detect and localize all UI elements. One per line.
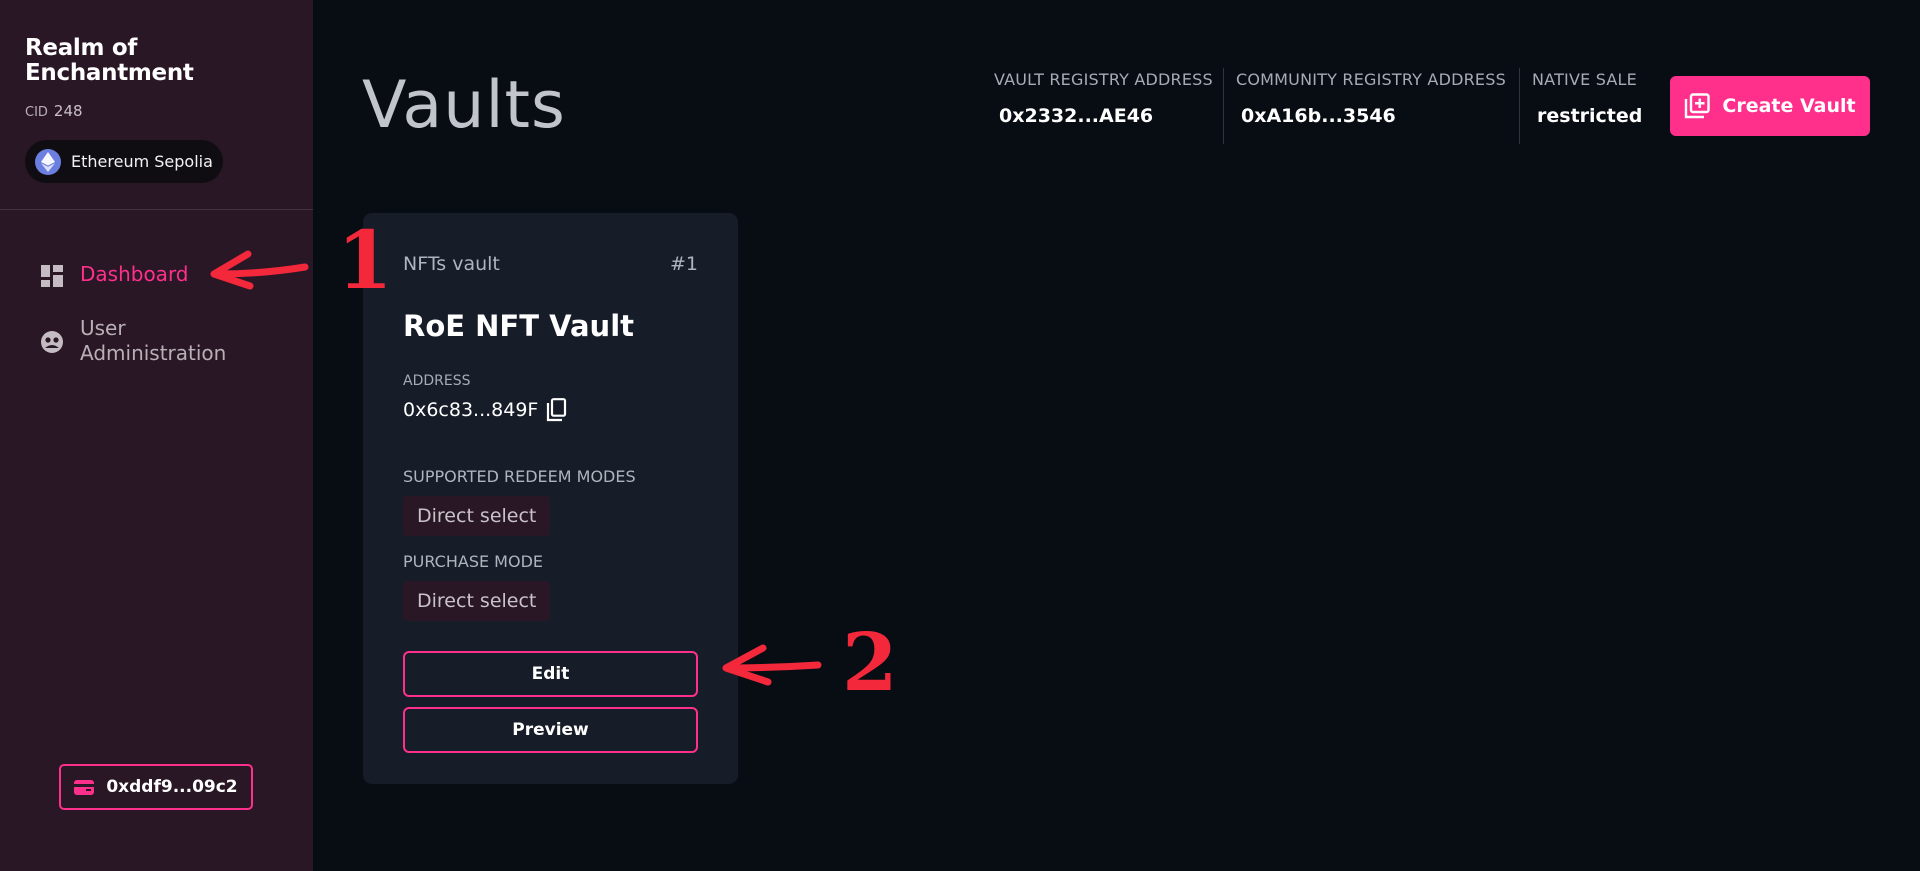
wallet-icon xyxy=(74,778,95,796)
vault-address: 0x6c83...849F xyxy=(403,398,568,422)
sidebar-item-label: User Administration xyxy=(80,316,227,365)
cid-label: CID xyxy=(25,105,48,120)
copy-icon[interactable] xyxy=(546,398,568,422)
add-library-icon xyxy=(1684,93,1711,119)
native-sale-label: NATIVE SALE xyxy=(1532,70,1637,89)
community-registry-info: COMMUNITY REGISTRY ADDRESS 0xA16b...3546 xyxy=(1236,70,1518,144)
vault-name: RoE NFT Vault xyxy=(403,309,634,343)
cid-value: 248 xyxy=(53,102,83,120)
vault-address-value: 0x6c83...849F xyxy=(403,399,539,421)
community-registry-address[interactable]: 0xA16b...3546 xyxy=(1236,105,1518,127)
purchase-mode-chip: Direct select xyxy=(403,581,551,621)
network-name: Ethereum Sepolia xyxy=(71,152,213,171)
sidebar: Realm of Enchantment CID 248 Ethereum Sep… xyxy=(0,0,313,871)
brand-name: Realm of Enchantment xyxy=(25,35,194,86)
vault-registry-address[interactable]: 0x2332...AE46 xyxy=(994,105,1222,127)
dashboard-icon xyxy=(38,262,66,290)
sidebar-divider xyxy=(0,209,313,210)
vault-index: #1 xyxy=(669,253,698,275)
create-vault-button[interactable]: Create Vault xyxy=(1670,76,1870,136)
vault-registry-label: VAULT REGISTRY ADDRESS xyxy=(994,70,1213,89)
vault-type: NFTs vault xyxy=(403,253,500,275)
wallet-address-button[interactable]: 0xddf9...09c2 xyxy=(59,764,253,810)
users-icon xyxy=(38,328,66,356)
sidebar-item-label: Dashboard xyxy=(80,262,189,286)
annotation-arrow-2 xyxy=(722,644,822,686)
purchase-mode-label: PURCHASE MODE xyxy=(403,552,544,571)
ethereum-icon xyxy=(35,148,61,175)
vault-registry-info: VAULT REGISTRY ADDRESS 0x2332...AE46 xyxy=(994,70,1222,144)
header-divider xyxy=(1519,68,1520,144)
redeem-modes-label: SUPPORTED REDEEM MODES xyxy=(403,467,636,486)
sidebar-item-dashboard[interactable]: Dashboard xyxy=(38,262,189,290)
edit-button[interactable]: Edit xyxy=(403,651,698,697)
native-sale-info: NATIVE SALE restricted xyxy=(1532,70,1652,144)
annotation-marker-1: 1 xyxy=(337,213,393,307)
preview-button[interactable]: Preview xyxy=(403,707,698,753)
native-sale-value: restricted xyxy=(1537,105,1643,127)
vault-address-label: ADDRESS xyxy=(403,373,471,389)
page-title: Vaults xyxy=(362,68,566,143)
annotation-marker-2: 2 xyxy=(842,615,898,709)
redeem-mode-chip: Direct select xyxy=(403,496,551,536)
sidebar-item-user-administration[interactable]: User Administration xyxy=(38,316,250,366)
header-divider xyxy=(1223,68,1224,144)
vault-card: NFTs vault #1 RoE NFT Vault ADDRESS 0x6c… xyxy=(363,213,738,784)
create-vault-label: Create Vault xyxy=(1722,95,1856,117)
community-id: CID 248 xyxy=(25,102,83,120)
wallet-address: 0xddf9...09c2 xyxy=(106,777,238,797)
network-selector[interactable]: Ethereum Sepolia xyxy=(25,140,223,183)
community-registry-label: COMMUNITY REGISTRY ADDRESS xyxy=(1236,70,1506,89)
